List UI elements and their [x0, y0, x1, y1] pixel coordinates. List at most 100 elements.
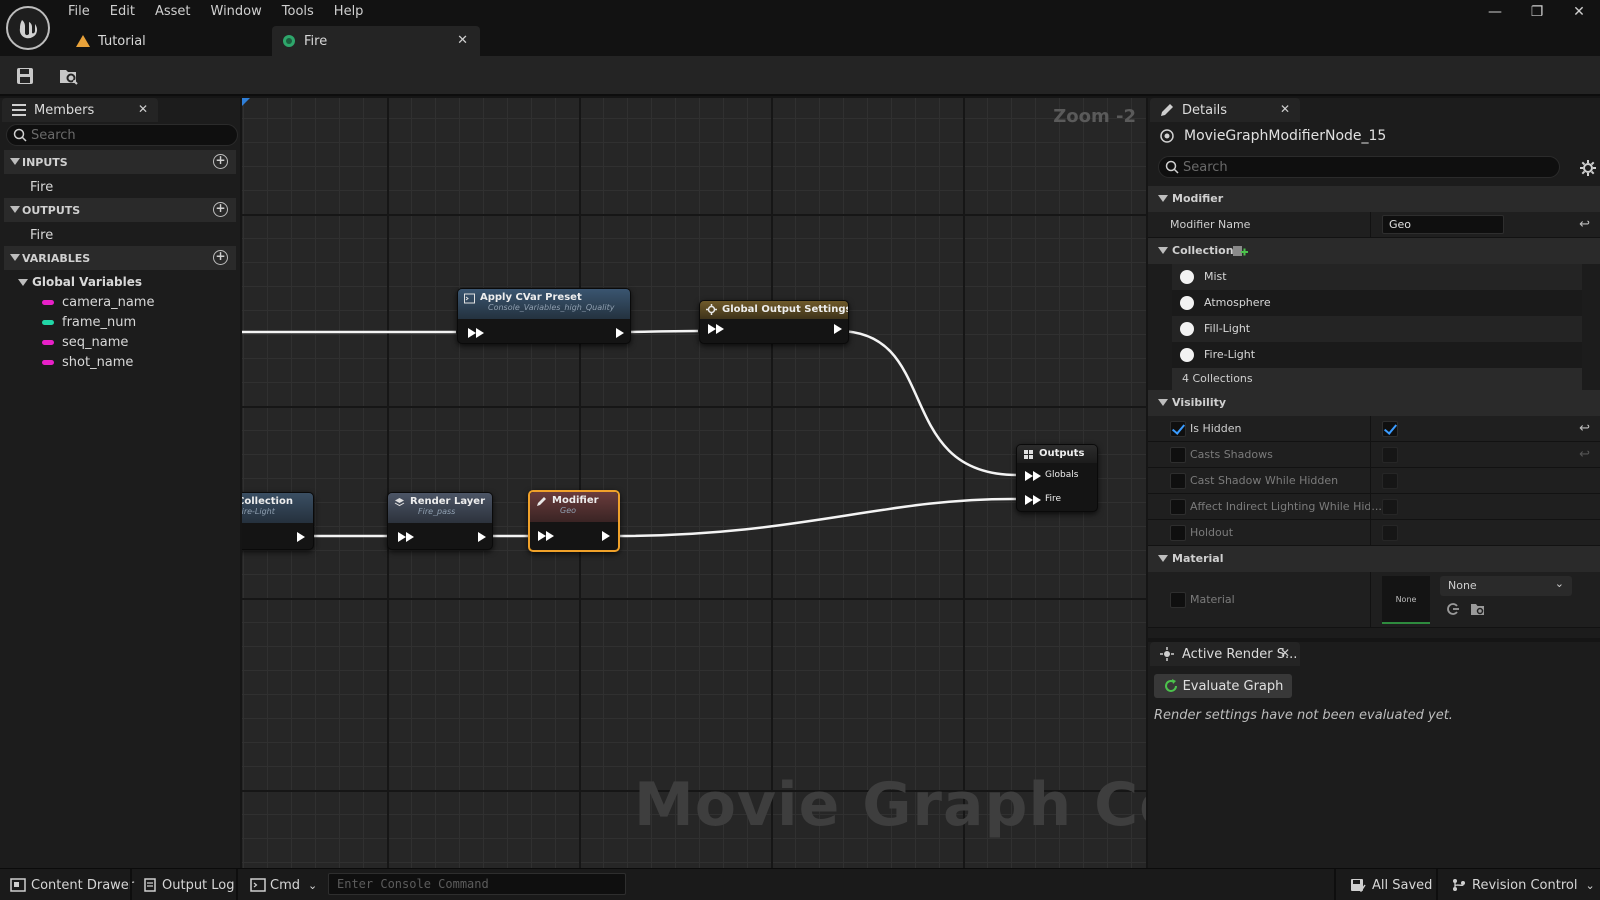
affect-indirect-lighting-override-checkbox[interactable]: [1170, 499, 1186, 515]
variables-section-header[interactable]: VARIABLES +: [4, 246, 236, 270]
divider: [130, 869, 132, 900]
members-tab[interactable]: Members ✕: [2, 98, 158, 122]
exec-in-pin[interactable]: [538, 531, 554, 541]
menu-window[interactable]: Window: [201, 0, 272, 24]
details-tab[interactable]: Details ✕: [1150, 98, 1300, 122]
menu-asset[interactable]: Asset: [145, 0, 201, 24]
exec-in-pin[interactable]: [468, 328, 484, 338]
exec-out-pin[interactable]: [602, 531, 610, 541]
menu-help[interactable]: Help: [324, 0, 374, 24]
input-item[interactable]: Fire: [30, 180, 53, 195]
menu-tools[interactable]: Tools: [272, 0, 324, 24]
cmd-selector[interactable]: Cmd ⌄: [250, 875, 317, 895]
inputs-section-header[interactable]: INPUTS +: [4, 150, 236, 174]
members-search-input[interactable]: Search: [6, 124, 238, 146]
divider: [1370, 468, 1371, 493]
restore-icon[interactable]: ❐: [1516, 0, 1558, 24]
close-render-settings-icon[interactable]: ✕: [1280, 646, 1290, 660]
collection-item[interactable]: Fire-Light: [1172, 342, 1582, 368]
menu-file[interactable]: File: [58, 0, 100, 24]
variable-item[interactable]: seq_name: [42, 335, 128, 350]
collection-item[interactable]: Mist: [1172, 264, 1582, 290]
modifier-name-field[interactable]: Geo: [1382, 215, 1504, 234]
collections-category[interactable]: Collections: [1148, 238, 1600, 264]
exec-in-pin[interactable]: [398, 532, 414, 542]
close-tab-icon[interactable]: ✕: [457, 33, 468, 48]
casts-shadows-override-checkbox[interactable]: [1170, 447, 1186, 463]
unreal-logo-icon[interactable]: [6, 6, 50, 50]
browse-icon[interactable]: [1470, 602, 1486, 616]
active-render-settings-tab[interactable]: Active Render S... ✕: [1150, 642, 1300, 666]
collapse-icon: [1158, 555, 1168, 562]
variable-item[interactable]: frame_num: [42, 315, 136, 330]
holdout-checkbox[interactable]: [1382, 525, 1398, 541]
variable-item[interactable]: shot_name: [42, 355, 133, 370]
is-hidden-checkbox[interactable]: [1382, 421, 1398, 437]
node-modifier[interactable]: Modifier Geo: [528, 490, 620, 552]
node-render-layer[interactable]: Render Layer Fire_pass: [387, 492, 493, 550]
variable-item[interactable]: camera_name: [42, 295, 154, 310]
exec-in-pin-globals[interactable]: [1025, 471, 1041, 481]
collection-item[interactable]: Atmosphere: [1172, 290, 1582, 316]
cast-shadow-while-hidden-checkbox[interactable]: [1382, 473, 1398, 489]
collapse-icon: [1158, 247, 1168, 254]
minimize-icon[interactable]: —: [1474, 0, 1516, 24]
exec-out-pin[interactable]: [834, 324, 842, 334]
exec-in-pin-fire[interactable]: [1025, 495, 1041, 505]
revision-control-button[interactable]: Revision Control ⌄: [1452, 875, 1595, 895]
is-hidden-override-checkbox[interactable]: [1170, 421, 1186, 437]
output-item[interactable]: Fire: [30, 228, 53, 243]
close-details-icon[interactable]: ✕: [1280, 102, 1290, 116]
menu-edit[interactable]: Edit: [100, 0, 145, 24]
output-log-button[interactable]: Output Log: [144, 875, 235, 895]
visibility-category-label: Visibility: [1172, 396, 1227, 409]
material-category[interactable]: Material: [1148, 546, 1600, 572]
node-global-output-settings[interactable]: Global Output Settings: [699, 300, 849, 344]
exec-out-pin[interactable]: [478, 532, 486, 542]
members-search-placeholder: Search: [31, 127, 76, 143]
visibility-category[interactable]: Visibility: [1148, 390, 1600, 416]
outputs-icon: [1024, 450, 1033, 459]
global-variables-group[interactable]: Global Variables: [18, 275, 142, 289]
collection-item[interactable]: Fill-Light: [1172, 316, 1582, 342]
cast-shadow-while-hidden-override-checkbox[interactable]: [1170, 473, 1186, 489]
node-subtitle: Console_Variables_high_Quality: [488, 303, 615, 312]
exec-in-pin[interactable]: [708, 324, 724, 334]
console-command-input[interactable]: Enter Console Command: [328, 873, 626, 895]
use-selected-icon[interactable]: [1446, 602, 1460, 616]
details-search-input[interactable]: Search: [1158, 156, 1560, 178]
holdout-override-checkbox[interactable]: [1170, 525, 1186, 541]
tab-fire[interactable]: Fire ✕: [272, 26, 480, 56]
graph-canvas[interactable]: Zoom -2 Movie Graph Config Apply CVar Pr…: [242, 98, 1146, 868]
close-window-icon[interactable]: ✕: [1558, 0, 1600, 24]
outputs-section-header[interactable]: OUTPUTS +: [4, 198, 236, 222]
close-members-icon[interactable]: ✕: [138, 102, 148, 116]
reset-to-default-icon[interactable]: ↩: [1579, 421, 1590, 436]
all-saved-button[interactable]: All Saved: [1350, 875, 1432, 895]
node-outputs[interactable]: Outputs Globals Fire: [1016, 444, 1098, 512]
material-thumbnail[interactable]: None: [1382, 576, 1430, 624]
material-override-checkbox[interactable]: [1170, 592, 1186, 608]
browse-asset-icon[interactable]: [56, 64, 82, 88]
add-output-icon[interactable]: +: [213, 202, 228, 217]
casts-shadows-checkbox[interactable]: [1382, 447, 1398, 463]
evaluate-graph-button[interactable]: Evaluate Graph: [1154, 674, 1292, 698]
node-collection[interactable]: Collection Fire-Light: [242, 492, 314, 550]
content-drawer-button[interactable]: Content Drawer: [10, 875, 134, 895]
material-dropdown[interactable]: None ⌄: [1440, 576, 1572, 596]
add-collection-icon[interactable]: [1232, 243, 1248, 259]
tab-tutorial[interactable]: Tutorial: [66, 26, 272, 56]
reset-to-default-icon[interactable]: ↩: [1579, 447, 1590, 462]
exec-out-pin[interactable]: [616, 328, 624, 338]
add-input-icon[interactable]: +: [213, 154, 228, 169]
node-apply-cvar-preset[interactable]: Apply CVar Preset Console_Variables_high…: [457, 288, 631, 344]
settings-gear-icon[interactable]: [1580, 160, 1596, 176]
exec-out-pin[interactable]: [297, 532, 305, 542]
affect-indirect-lighting-checkbox[interactable]: [1382, 499, 1398, 515]
modifier-category[interactable]: Modifier: [1148, 186, 1600, 212]
save-icon[interactable]: [12, 64, 38, 88]
reset-to-default-icon[interactable]: ↩: [1579, 217, 1590, 232]
is-hidden-label: Is Hidden: [1190, 422, 1242, 435]
variable-type-icon: [42, 340, 54, 345]
add-variable-icon[interactable]: +: [213, 250, 228, 265]
